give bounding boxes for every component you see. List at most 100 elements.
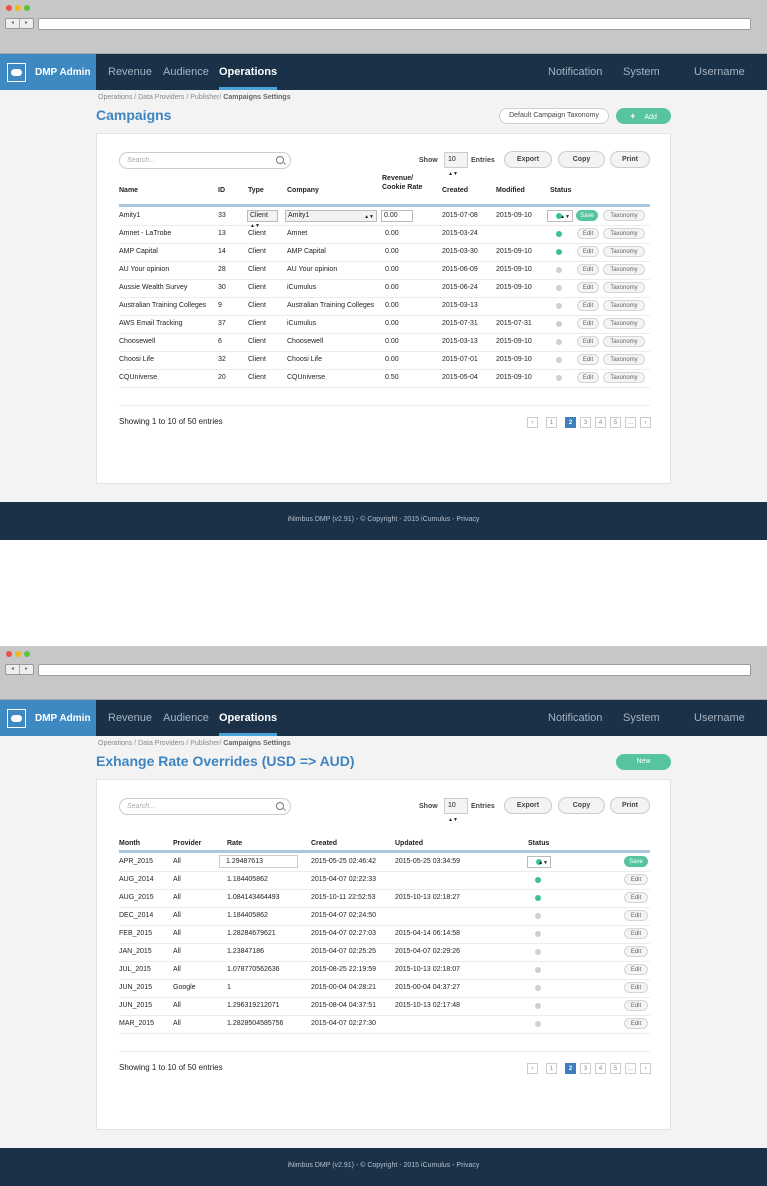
search-icon[interactable]: [276, 156, 284, 164]
edit-button[interactable]: Edit: [577, 264, 599, 275]
close-window-icon[interactable]: [6, 5, 12, 11]
page-size-select[interactable]: 10 ▲▼: [444, 798, 468, 823]
col-created[interactable]: Created: [442, 186, 468, 195]
nav-username[interactable]: Username: [694, 54, 745, 90]
brand[interactable]: DMP Admin: [0, 54, 96, 90]
search-input[interactable]: Search...: [119, 152, 291, 169]
taxonomy-button[interactable]: Taxonomy: [603, 210, 645, 221]
page-2[interactable]: 2: [565, 417, 576, 428]
address-bar[interactable]: [38, 664, 751, 676]
copy-button[interactable]: Copy: [558, 797, 605, 814]
page-prev[interactable]: ‹: [527, 417, 538, 428]
nav-audience[interactable]: Audience: [163, 700, 209, 736]
address-bar[interactable]: [38, 18, 751, 30]
nav-system[interactable]: System: [623, 54, 660, 90]
page-prev[interactable]: ‹: [527, 1063, 538, 1074]
copy-button[interactable]: Copy: [558, 151, 605, 168]
col-status[interactable]: Status: [550, 186, 571, 195]
edit-button[interactable]: Edit: [577, 354, 599, 365]
nav-revenue[interactable]: Revenue: [108, 700, 152, 736]
nav-audience[interactable]: Audience: [163, 54, 209, 90]
page-5[interactable]: 5: [610, 417, 621, 428]
nav-system[interactable]: System: [623, 700, 660, 736]
breadcrumb-path[interactable]: Operations / Data Providers / Publisher/: [98, 740, 221, 747]
page-size-select[interactable]: 10 ▲▼: [444, 152, 468, 177]
col-created[interactable]: Created: [311, 839, 337, 848]
back-icon[interactable]: ◂: [6, 665, 20, 674]
edit-button[interactable]: Edit: [624, 928, 648, 939]
status-select[interactable]: ▲▼: [547, 210, 573, 222]
col-month[interactable]: Month: [119, 839, 140, 848]
edit-button[interactable]: Edit: [624, 910, 648, 921]
add-button[interactable]: + Add: [616, 108, 671, 124]
page-2[interactable]: 2: [565, 1063, 576, 1074]
save-button[interactable]: Save: [624, 856, 648, 867]
col-id[interactable]: ID: [218, 186, 225, 195]
col-status[interactable]: Status: [528, 839, 549, 848]
edit-button[interactable]: Edit: [624, 1018, 648, 1029]
export-button[interactable]: Export: [504, 797, 552, 814]
type-select[interactable]: Client ▲▼: [247, 210, 278, 229]
edit-button[interactable]: Edit: [624, 892, 648, 903]
col-modified[interactable]: Modified: [496, 186, 525, 195]
company-select[interactable]: Amity1 ▲▼: [285, 210, 377, 222]
brand[interactable]: DMP Admin: [0, 700, 96, 736]
edit-button[interactable]: Edit: [577, 318, 599, 329]
forward-icon[interactable]: ▸: [20, 665, 33, 674]
nav-notification[interactable]: Notification: [548, 700, 602, 736]
taxonomy-button[interactable]: Taxonomy: [603, 336, 645, 347]
nav-notification[interactable]: Notification: [548, 54, 602, 90]
nav-username[interactable]: Username: [694, 700, 745, 736]
status-select[interactable]: ▲▼: [527, 856, 551, 868]
col-name[interactable]: Name: [119, 186, 138, 195]
col-company[interactable]: Company: [287, 186, 319, 195]
page-next[interactable]: ›: [640, 417, 651, 428]
page-4[interactable]: 4: [595, 417, 606, 428]
page-4[interactable]: 4: [595, 1063, 606, 1074]
page-1[interactable]: 1: [546, 417, 557, 428]
maximize-window-icon[interactable]: [24, 651, 30, 657]
col-revenue[interactable]: Revenue/: [382, 174, 413, 183]
edit-button[interactable]: Edit: [624, 964, 648, 975]
taxonomy-button[interactable]: Taxonomy: [603, 228, 645, 239]
page-3[interactable]: 3: [580, 417, 591, 428]
col-cookie-rate[interactable]: Cookie Rate: [382, 183, 422, 192]
edit-button[interactable]: Edit: [624, 874, 648, 885]
col-type[interactable]: Type: [248, 186, 264, 195]
edit-button[interactable]: Edit: [624, 982, 648, 993]
edit-button[interactable]: Edit: [577, 300, 599, 311]
page-next[interactable]: ›: [640, 1063, 651, 1074]
minimize-window-icon[interactable]: [15, 651, 21, 657]
back-icon[interactable]: ◂: [6, 19, 20, 28]
taxonomy-button[interactable]: Taxonomy: [603, 318, 645, 329]
page-5[interactable]: 5: [610, 1063, 621, 1074]
taxonomy-button[interactable]: Taxonomy: [603, 300, 645, 311]
export-button[interactable]: Export: [504, 151, 552, 168]
nav-operations[interactable]: Operations: [219, 54, 278, 90]
edit-button[interactable]: Edit: [577, 228, 599, 239]
taxonomy-button[interactable]: Taxonomy: [603, 372, 645, 383]
edit-button[interactable]: Edit: [577, 246, 599, 257]
maximize-window-icon[interactable]: [24, 5, 30, 11]
col-updated[interactable]: Updated: [395, 839, 423, 848]
edit-button[interactable]: Edit: [577, 282, 599, 293]
edit-button[interactable]: Edit: [624, 946, 648, 957]
search-icon[interactable]: [276, 802, 284, 810]
print-button[interactable]: Print: [610, 151, 650, 168]
taxonomy-button[interactable]: Taxonomy: [603, 264, 645, 275]
default-taxonomy-button[interactable]: Default Campaign Taxonomy: [499, 108, 609, 124]
save-button[interactable]: Save: [576, 210, 598, 221]
edit-button[interactable]: Edit: [624, 1000, 648, 1011]
search-input[interactable]: Search...: [119, 798, 291, 815]
nav-revenue[interactable]: Revenue: [108, 54, 152, 90]
taxonomy-button[interactable]: Taxonomy: [603, 282, 645, 293]
edit-button[interactable]: Edit: [577, 336, 599, 347]
breadcrumb-path[interactable]: Operations / Data Providers / Publisher/: [98, 94, 221, 101]
new-button[interactable]: New: [616, 754, 671, 770]
col-rate[interactable]: Rate: [227, 839, 242, 848]
page-3[interactable]: 3: [580, 1063, 591, 1074]
taxonomy-button[interactable]: Taxonomy: [603, 354, 645, 365]
page-1[interactable]: 1: [546, 1063, 557, 1074]
forward-icon[interactable]: ▸: [20, 19, 33, 28]
rate-input[interactable]: 1.29487613: [219, 855, 298, 868]
